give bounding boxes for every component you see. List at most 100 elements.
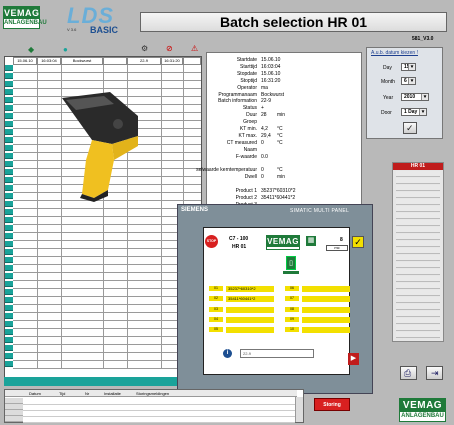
grid-row-selector[interactable]	[5, 121, 13, 127]
grid-row-selector[interactable]	[5, 209, 13, 215]
right-list-item[interactable]	[396, 178, 440, 184]
grid-row-selector[interactable]	[5, 161, 13, 167]
grid-row-selector[interactable]	[5, 65, 13, 71]
hmi-small-field[interactable]: mc	[326, 245, 348, 251]
grid-row-selector[interactable]	[5, 249, 13, 255]
right-list-item[interactable]	[396, 304, 440, 310]
right-list-item[interactable]	[396, 318, 440, 324]
grid-cell[interactable]	[103, 57, 127, 65]
grid-cell[interactable]: 16:31:20	[161, 57, 183, 65]
chevron-down-icon[interactable]: ▾	[408, 64, 415, 70]
grid-row-selector[interactable]	[5, 305, 13, 311]
confirm-button[interactable]: ✓	[403, 122, 417, 134]
grid-row-selector[interactable]	[5, 201, 13, 207]
hmi-product-value[interactable]	[226, 326, 274, 333]
grid-cell[interactable]: 16:03:04	[37, 57, 61, 65]
grid-row-selector[interactable]	[5, 297, 13, 303]
right-list-item[interactable]	[396, 325, 440, 331]
right-list-item[interactable]	[396, 206, 440, 212]
right-list-item[interactable]	[396, 276, 440, 282]
grid-row-selector[interactable]	[5, 177, 13, 183]
grid-row-selector[interactable]	[5, 257, 13, 263]
grid-row-selector[interactable]	[5, 105, 13, 111]
grid-row-selector[interactable]	[5, 361, 13, 367]
gear-icon[interactable]: ⚙	[141, 44, 148, 53]
grid-row-selector[interactable]	[5, 233, 13, 239]
right-list-item[interactable]	[396, 227, 440, 233]
right-list-item[interactable]	[396, 171, 440, 177]
right-list-item[interactable]	[396, 255, 440, 261]
grid-row-selector[interactable]	[5, 353, 13, 359]
right-list-item[interactable]	[396, 199, 440, 205]
grid-row-selector[interactable]	[5, 97, 13, 103]
info-icon[interactable]: i	[223, 349, 232, 358]
grid-row-selector[interactable]	[5, 129, 13, 135]
hmi-confirm-icon[interactable]: ✓	[352, 236, 364, 248]
grid-row-selector[interactable]	[5, 81, 13, 87]
hmi-phone-icon[interactable]: ▯	[286, 256, 296, 270]
right-list-item[interactable]	[396, 269, 440, 275]
grid-row-selector[interactable]	[5, 225, 13, 231]
hmi-product-value[interactable]: 35237*60310*2	[226, 285, 274, 292]
hmi-product-value[interactable]	[302, 295, 350, 302]
right-list-item[interactable]	[396, 192, 440, 198]
hmi-product-value[interactable]	[302, 285, 350, 292]
month-select[interactable]: 6 ▾	[401, 77, 416, 85]
right-list-item[interactable]	[396, 283, 440, 289]
alarm-log-table[interactable]: Datum Tijd Nr Installatie Storingsmeldingen	[4, 389, 304, 423]
alarm-row-selector[interactable]	[5, 416, 23, 422]
right-list-item[interactable]	[396, 220, 440, 226]
grid-row-selector[interactable]	[5, 241, 13, 247]
grid-row-selector[interactable]	[5, 273, 13, 279]
print-button[interactable]: ⎙	[400, 366, 417, 380]
grid-row-selector[interactable]	[5, 153, 13, 159]
circle-icon[interactable]: ●	[63, 45, 68, 54]
hmi-grid-icon[interactable]: ▦	[306, 236, 316, 246]
right-list-item[interactable]	[396, 185, 440, 191]
chevron-down-icon[interactable]: ▾	[419, 109, 426, 115]
right-list-item[interactable]	[396, 290, 440, 296]
grid-row-selector[interactable]	[5, 73, 13, 79]
hmi-product-value[interactable]	[302, 306, 350, 313]
diamond-icon[interactable]: ◆	[28, 45, 34, 54]
alarm-button[interactable]: Storing	[314, 398, 350, 411]
right-list-item[interactable]	[396, 248, 440, 254]
chevron-down-icon[interactable]: ▾	[421, 94, 428, 100]
grid-row-selector[interactable]	[5, 217, 13, 223]
right-list-item[interactable]	[396, 213, 440, 219]
grid-row-selector[interactable]	[5, 89, 13, 95]
hmi-product-value[interactable]	[226, 316, 274, 323]
right-list-item[interactable]	[396, 311, 440, 317]
grid-cell[interactable]: 22-9	[127, 57, 161, 65]
right-list-item[interactable]	[396, 262, 440, 268]
grid-row-selector[interactable]	[5, 321, 13, 327]
hmi-product-value[interactable]	[302, 316, 350, 323]
grid-row-selector[interactable]	[5, 113, 13, 119]
hmi-next-button[interactable]: ▶	[348, 353, 359, 365]
hmi-product-value[interactable]: 35411*60441*2	[226, 295, 274, 302]
day-select[interactable]: 15 ▾	[401, 63, 416, 71]
grid-row-selector[interactable]	[5, 169, 13, 175]
hmi-product-value[interactable]	[302, 326, 350, 333]
year-select[interactable]: 2010 ▾	[401, 93, 429, 101]
grid-cell[interactable]: 15.06.10	[13, 57, 37, 65]
block-icon[interactable]: ⊘	[166, 44, 173, 53]
grid-cell[interactable]: Bockwurst	[61, 57, 103, 65]
grid-row-selector[interactable]	[5, 137, 13, 143]
grid-row-selector[interactable]	[5, 185, 13, 191]
door-select[interactable]: 1 Day ▾	[401, 108, 427, 116]
exit-button[interactable]: ⇥	[426, 366, 443, 380]
right-list-item[interactable]	[396, 234, 440, 240]
alarm-scrollbar[interactable]	[295, 397, 303, 422]
grid-row-selector[interactable]	[5, 313, 13, 319]
chevron-down-icon[interactable]: ▾	[408, 78, 415, 84]
grid-row-selector[interactable]	[5, 193, 13, 199]
right-list-item[interactable]	[396, 332, 440, 338]
right-list-item[interactable]	[396, 241, 440, 247]
grid-row-selector[interactable]	[5, 289, 13, 295]
grid-row-selector[interactable]	[5, 345, 13, 351]
right-list-item[interactable]	[396, 297, 440, 303]
hmi-info-field[interactable]: 22-9	[240, 349, 314, 358]
grid-row-selector[interactable]	[5, 329, 13, 335]
hmi-product-value[interactable]	[226, 306, 274, 313]
